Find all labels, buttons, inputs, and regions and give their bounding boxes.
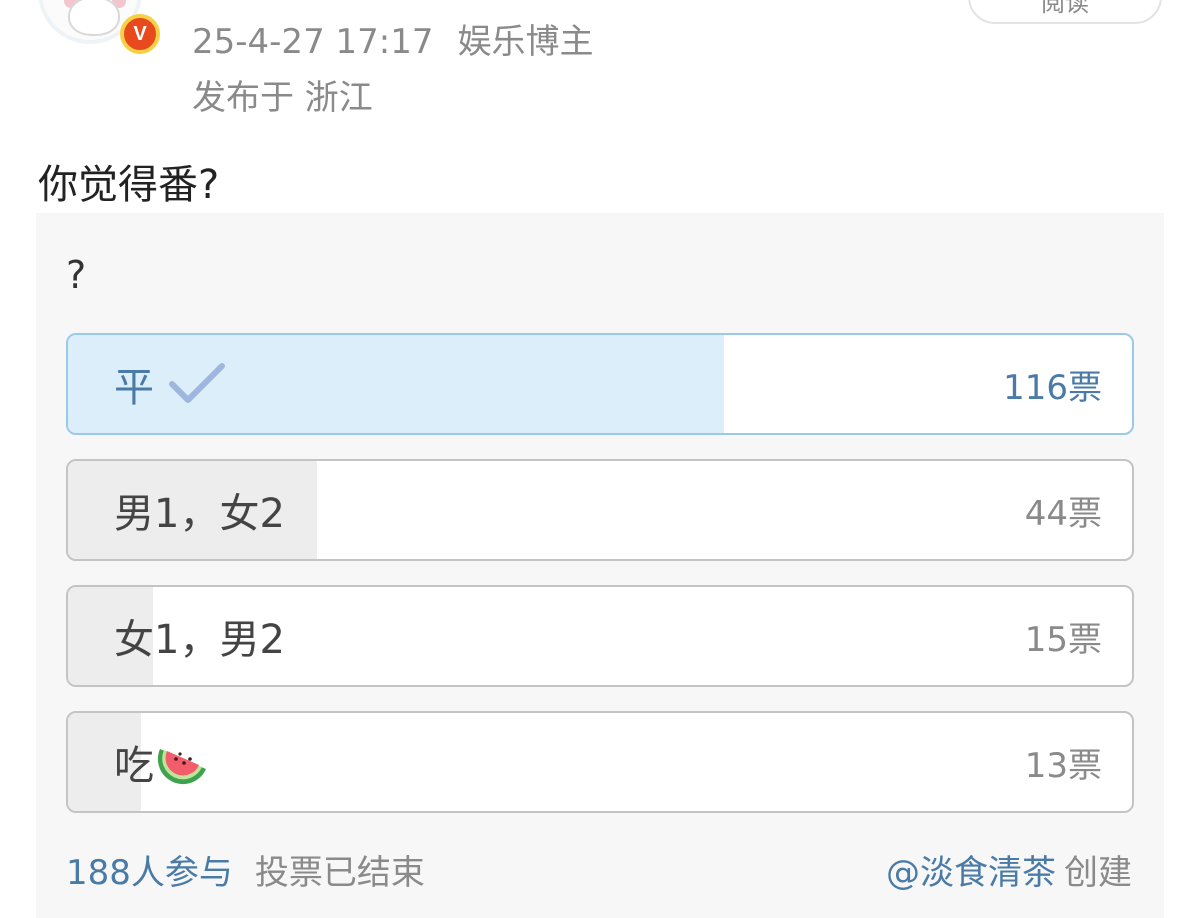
poll-participants: 188人参与 — [66, 853, 233, 893]
read-button[interactable]: 阅读 — [968, 0, 1162, 24]
avatar-face — [68, 0, 120, 36]
poll-option[interactable]: 平 116票 — [66, 333, 1134, 435]
poll-option-label: 平 — [114, 365, 154, 411]
poll-summary: 188人参与 投票已结束 — [66, 845, 425, 894]
poll-option-votes: 15票 — [1024, 619, 1102, 660]
post-datetime: 25-4-27 17:17 — [192, 22, 434, 62]
author-role: 娱乐博主 — [457, 22, 594, 62]
poll-card: ? 平 116票 男1，女2 44票 女1，男2 15票 吃 13票 188人参… — [36, 213, 1164, 918]
poll-option[interactable]: 男1，女2 44票 — [66, 459, 1134, 561]
poll-question: ? — [66, 253, 87, 297]
post-meta: 25-4-27 17:17 娱乐博主 — [192, 14, 594, 63]
poll-option-votes: 44票 — [1024, 493, 1102, 534]
poll-option[interactable]: 女1，男2 15票 — [66, 585, 1134, 687]
poll-option-votes: 116票 — [1003, 367, 1102, 408]
poll-option-label: 女1，男2 — [114, 617, 285, 663]
post-location: 发布于 浙江 — [192, 78, 373, 118]
checkmark-icon — [168, 362, 226, 406]
poll-option-label: 男1，女2 — [114, 491, 285, 537]
poll-creator-suffix: 创建 — [1064, 853, 1132, 893]
poll-option-label: 吃 — [114, 743, 154, 789]
poll-creator-link[interactable]: @淡食清茶 — [886, 853, 1056, 893]
poll-creator: @淡食清茶 创建 — [886, 845, 1132, 894]
watermelon-emoji-icon — [156, 737, 210, 787]
poll-option-votes: 13票 — [1024, 745, 1102, 786]
post-text: 你觉得番? — [38, 162, 220, 208]
poll-status: 投票已结束 — [254, 853, 425, 893]
verified-v-badge-icon: V — [120, 14, 160, 54]
poll-option[interactable]: 吃 13票 — [66, 711, 1134, 813]
